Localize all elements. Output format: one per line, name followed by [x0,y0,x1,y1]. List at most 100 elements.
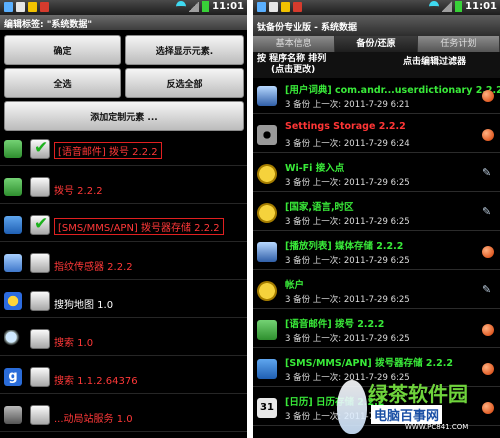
item-label: ...动局站服务 1.0 [54,414,133,425]
monitor-icon [257,86,277,106]
app-name: 帐户 [285,280,305,291]
wifi-icon [176,1,187,12]
status-dot-icon [482,363,494,375]
app-name: [播放列表] 媒体存储 2.2.2 [285,241,404,252]
app-name: Wi-Fi 接入点 [285,163,345,174]
checkmark-icon: ✔ [34,214,49,234]
ok-button[interactable]: 确定 [4,35,121,65]
backup-info: 3 备份 上一次: 2011-7-29 6:21 [285,100,410,110]
tab-backup-restore[interactable]: 备份/还原 [335,36,418,52]
backup-info: 3 备份 上一次: 2011-7-29 6:25 [285,334,410,344]
app-title: 钛备份专业版 - 系统数据 [253,15,500,36]
battery-icon [202,1,210,12]
select-checkbox[interactable] [30,405,50,425]
screen-icon [4,254,22,272]
list-item[interactable]: ✔ [SMS/MMS/APN] 拨号器存储 2.2.2 [0,210,247,242]
watermark-logo [337,380,367,434]
select-checkbox[interactable] [30,367,50,387]
app-name: [SMS/MMS/APN] 拨号器存储 2.2.2 [285,358,453,369]
edit-pencil-icon: ✎ [482,205,492,218]
status-dot-icon [482,90,494,102]
checkmark-icon: ✔ [34,138,49,158]
left-screen: 11:01 编辑标签: "系统数据" 确定 选择显示元素. 全选 反选全部 添加… [0,0,247,438]
notification-icon [281,2,290,12]
list-item[interactable]: ...动局站服务 1.0 [0,400,247,432]
select-checkbox[interactable]: ✔ [30,138,50,159]
calendar-icon: 31 [257,398,277,418]
dialog-title: 编辑标签: "系统数据" [0,15,247,30]
sys-badge-icon [257,281,277,301]
notification-icon [293,2,302,12]
notification-icon [4,2,13,12]
google-icon: g [4,368,22,386]
sort-toggle[interactable]: 按 程序名称 排列 (点击更改) [257,54,387,76]
list-item[interactable]: 拨号 2.2.2 [0,172,247,204]
item-label: 搜索 1.1.2.64376 [54,376,138,387]
item-label: 指纹传感器 2.2.2 [54,262,133,273]
magnifier-icon [4,330,22,348]
app-icon [4,406,22,424]
app-name: [语音邮件] 拨号 2.2.2 [285,319,385,330]
phone-dialer-icon [257,320,277,340]
phone-call-icon [4,216,22,234]
edit-filter-button[interactable]: 点击编辑过滤器 [403,54,466,67]
battery-icon [455,1,463,12]
sys-badge-icon [257,203,277,223]
app-row[interactable]: [国家,语言,时区 3 备份 上一次: 2011-7-29 6:25 ✎ [253,196,500,231]
select-checkbox[interactable] [30,177,50,197]
app-row[interactable]: Wi-Fi 接入点 3 备份 上一次: 2011-7-29 6:25 ✎ [253,157,500,192]
signal-icon [442,1,453,12]
wifi-icon [429,1,440,12]
select-shown-button[interactable]: 选择显示元素. [125,35,244,65]
app-row[interactable]: Settings Storage 2.2.2 3 备份 上一次: 2011-7-2… [253,118,500,153]
notification-icon [40,2,49,12]
status-dot-icon [482,324,494,336]
notification-icon [269,2,278,12]
sort-label: 按 程序名称 排列 [257,54,327,64]
item-label: 拨号 2.2.2 [54,186,103,197]
status-dot-icon [482,129,494,141]
select-all-button[interactable]: 全选 [4,68,121,98]
notification-icon [28,2,37,12]
backup-info: 3 备份 上一次: 2011-7-29 6:25 [285,256,410,266]
backup-info: 3 备份 上一次: 2011-7-29 6:25 [285,217,410,227]
app-row[interactable]: 帐户 3 备份 上一次: 2011-7-29 6:25 ✎ [253,274,500,309]
notification-icons [257,2,302,12]
select-checkbox[interactable] [30,329,50,349]
phone-call-icon [257,359,277,379]
select-checkbox[interactable] [30,291,50,311]
signal-icon [189,1,200,12]
invert-selection-button[interactable]: 反选全部 [125,68,244,98]
list-item[interactable]: 搜狗地图 1.0 [0,286,247,318]
notification-icon [16,2,25,12]
item-label: [SMS/MMS/APN] 拨号器存储 2.2.2 [54,218,224,235]
watermark-site: 电脑百事网 [371,405,443,424]
app-row[interactable]: [用户词典] com.andr...userdictionary 2.2.2 3 … [253,79,500,114]
app-row[interactable]: [播放列表] 媒体存储 2.2.2 3 备份 上一次: 2011-7-29 6:2… [253,235,500,270]
list-item[interactable]: 搜索 1.0 [0,324,247,356]
app-row[interactable]: [语音邮件] 拨号 2.2.2 3 备份 上一次: 2011-7-29 6:25 [253,313,500,348]
select-checkbox[interactable] [30,253,50,273]
item-label: [语音邮件] 拨号 2.2.2 [54,142,162,159]
sogou-map-icon [4,292,22,310]
right-screen: 11:01 钛备份专业版 - 系统数据 基本信息 备份/还原 任务计划 按 程序… [253,0,500,438]
app-name: [用户词典] com.andr...userdictionary 2.2.2 [285,85,500,96]
list-item[interactable]: 指纹传感器 2.2.2 [0,248,247,280]
notification-icons [4,2,49,12]
app-name: [国家,语言,时区 [285,202,354,213]
select-checkbox[interactable]: ✔ [30,214,50,235]
status-bar: 11:01 [0,0,247,15]
status-bar: 11:01 [253,0,500,15]
list-item[interactable]: ✔ [语音邮件] 拨号 2.2.2 [0,134,247,166]
edit-pencil-icon: ✎ [482,283,492,296]
monitor-icon [257,242,277,262]
clock: 11:01 [465,1,497,12]
watermark-url: WWW.PC841.COM [405,423,469,431]
tab-schedule[interactable]: 任务计划 [417,36,500,52]
add-custom-element-button[interactable]: 添加定制元素 ... [4,101,244,131]
tab-basic-info[interactable]: 基本信息 [253,36,336,52]
list-item[interactable]: g 搜索 1.1.2.64376 [0,362,247,394]
clock: 11:01 [212,1,244,12]
status-dot-icon [482,246,494,258]
watermark: 绿茶软件园 电脑百事网 WWW.PC841.COM [333,376,500,438]
